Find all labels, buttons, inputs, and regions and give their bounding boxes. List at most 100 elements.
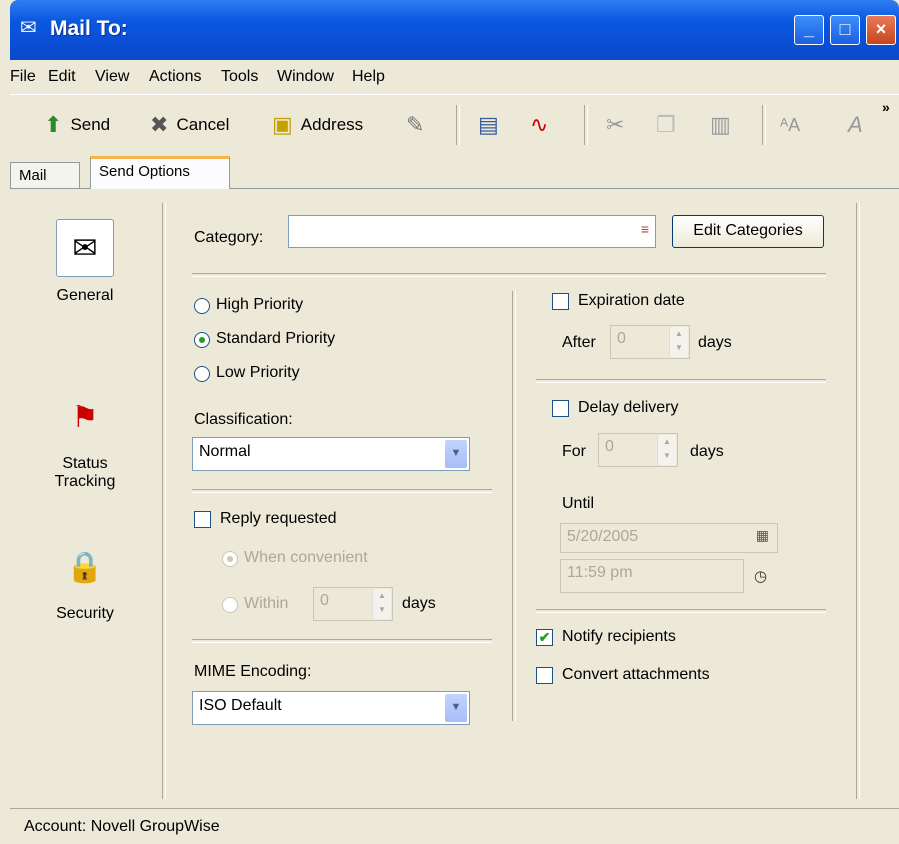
- mail-window-icon: ✉: [20, 17, 37, 39]
- options-sidebar: ✉ General ⚑ Status Tracking 🔒 Security: [10, 189, 160, 801]
- calendar-icon[interactable]: ▦: [756, 527, 769, 544]
- copy-icon: ❐: [656, 112, 676, 137]
- high-priority-label: High Priority: [216, 296, 304, 313]
- standard-priority-label: Standard Priority: [216, 330, 336, 347]
- menu-bar: File Edit View Actions Tools Window Help: [10, 60, 899, 94]
- tab-send-options[interactable]: Send Options: [90, 156, 230, 189]
- toolbar-overflow-button[interactable]: »: [882, 99, 890, 115]
- send-options-panel: ✉ General ⚑ Status Tracking 🔒 Security C…: [10, 188, 899, 801]
- mime-encoding-select[interactable]: ISO Default ▼: [192, 691, 470, 725]
- title-bar[interactable]: ✉ Mail To: _ □ ×: [10, 0, 899, 60]
- menu-help[interactable]: Help: [352, 68, 385, 86]
- spell-check-icon: ∿: [530, 112, 549, 137]
- cut-button[interactable]: ✂: [606, 109, 632, 141]
- toolbar-separator: [584, 105, 588, 145]
- spell-check-button[interactable]: ∿: [530, 109, 556, 141]
- delay-days-unit: days: [690, 443, 724, 460]
- until-label: Until: [562, 495, 595, 512]
- edit-categories-button[interactable]: Edit Categories: [672, 215, 824, 248]
- section-divider: [192, 489, 492, 493]
- until-date-input[interactable]: 5/20/2005 ▦: [560, 523, 778, 553]
- expiration-days-unit: days: [698, 334, 732, 351]
- mime-encoding-label: MIME Encoding:: [194, 663, 312, 680]
- menu-edit[interactable]: Edit: [48, 68, 76, 86]
- address-book-icon: ▣: [272, 112, 293, 137]
- sidebar-item-status-tracking[interactable]: ⚑ Status Tracking: [20, 389, 150, 491]
- menu-actions[interactable]: Actions: [149, 68, 201, 86]
- maximize-button[interactable]: □: [830, 15, 860, 45]
- category-list-icon[interactable]: ≡: [641, 221, 649, 237]
- font-size-button[interactable]: ᴬA: [780, 109, 808, 141]
- paste-icon: ▥: [710, 112, 731, 137]
- classification-select[interactable]: Normal ▼: [192, 437, 470, 471]
- notify-recipients-checkbox[interactable]: ✔: [536, 629, 553, 646]
- cancel-icon: ✖: [150, 112, 169, 137]
- font-style-icon: A: [848, 112, 863, 137]
- standard-priority-radio[interactable]: [194, 332, 210, 348]
- delay-delivery-label: Delay delivery: [578, 399, 679, 416]
- notify-recipients-label: Notify recipients: [562, 628, 676, 645]
- expiration-days-input[interactable]: 0 ▲ ▼: [610, 325, 690, 359]
- address-button[interactable]: ▣ Address: [272, 109, 363, 141]
- attach-button[interactable]: ✎: [406, 109, 432, 141]
- window-title: Mail To:: [50, 17, 128, 40]
- paste-button[interactable]: ▥: [710, 109, 739, 141]
- sidebar-item-security[interactable]: 🔒 Security: [20, 539, 150, 623]
- minimize-button[interactable]: _: [794, 15, 824, 45]
- close-button[interactable]: ×: [866, 15, 896, 45]
- menu-view[interactable]: View: [95, 68, 129, 86]
- expiration-after-label: After: [562, 334, 596, 351]
- spinner-arrows-icon[interactable]: ▲ ▼: [372, 589, 391, 619]
- category-input[interactable]: ≡: [288, 215, 656, 248]
- status-bar: Account: Novell GroupWise: [10, 808, 899, 844]
- expiration-date-checkbox[interactable]: [552, 293, 569, 310]
- within-days-unit: days: [402, 595, 436, 612]
- low-priority-radio[interactable]: [194, 366, 210, 382]
- when-convenient-radio[interactable]: [222, 551, 238, 567]
- column-divider: [512, 291, 516, 721]
- menu-window[interactable]: Window: [277, 68, 334, 86]
- within-label: Within: [244, 595, 289, 612]
- menu-file[interactable]: File: [10, 68, 36, 86]
- lock-icon: 🔒: [66, 550, 104, 584]
- account-status: Account: Novell GroupWise: [24, 818, 220, 835]
- section-divider: [192, 273, 826, 277]
- toolbar: ⬆ Send ✖ Cancel ▣ Address ✎ ▤ ∿ ✂ ❐ ▥ ᴬA…: [10, 94, 899, 157]
- cancel-button[interactable]: ✖ Cancel: [150, 109, 229, 141]
- delay-days-input[interactable]: 0 ▲ ▼: [598, 433, 678, 467]
- spinner-arrows-icon[interactable]: ▲ ▼: [669, 327, 688, 357]
- save-icon: ▤: [478, 112, 499, 137]
- save-button[interactable]: ▤: [478, 109, 507, 141]
- section-divider: [536, 609, 826, 613]
- toolbar-separator: [762, 105, 766, 145]
- sidebar-item-general[interactable]: ✉ General: [20, 219, 150, 305]
- spinner-arrows-icon[interactable]: ▲ ▼: [657, 435, 676, 465]
- section-divider: [536, 379, 826, 383]
- high-priority-radio[interactable]: [194, 298, 210, 314]
- within-radio[interactable]: [222, 597, 238, 613]
- right-divider: [856, 203, 860, 799]
- section-divider: [192, 639, 492, 643]
- classification-label: Classification:: [194, 411, 293, 428]
- tab-mail[interactable]: Mail: [10, 162, 80, 188]
- tab-strip: Mail Send Options: [10, 156, 899, 189]
- until-time-input[interactable]: 11:59 pm: [560, 559, 744, 593]
- within-days-input[interactable]: 0 ▲ ▼: [313, 587, 393, 621]
- delay-for-label: For: [562, 443, 586, 460]
- copy-button[interactable]: ❐: [656, 109, 684, 141]
- low-priority-label: Low Priority: [216, 364, 300, 381]
- category-label: Category:: [194, 229, 264, 246]
- when-convenient-label: When convenient: [244, 549, 368, 566]
- paperclip-icon: ✎: [406, 112, 425, 137]
- reply-requested-label: Reply requested: [220, 510, 337, 527]
- clock-icon[interactable]: ◷: [754, 567, 767, 585]
- mailbox-icon: ⚑: [71, 400, 99, 434]
- delay-delivery-checkbox[interactable]: [552, 400, 569, 417]
- font-style-button[interactable]: A: [848, 109, 871, 141]
- send-button[interactable]: ⬆ Send: [44, 109, 110, 141]
- chevron-down-icon: ▼: [445, 694, 467, 722]
- convert-attachments-checkbox[interactable]: [536, 667, 553, 684]
- menu-tools[interactable]: Tools: [221, 68, 258, 86]
- mail-to-window: ✉ Mail To: _ □ × File Edit View Actions …: [10, 0, 899, 844]
- reply-requested-checkbox[interactable]: [194, 511, 211, 528]
